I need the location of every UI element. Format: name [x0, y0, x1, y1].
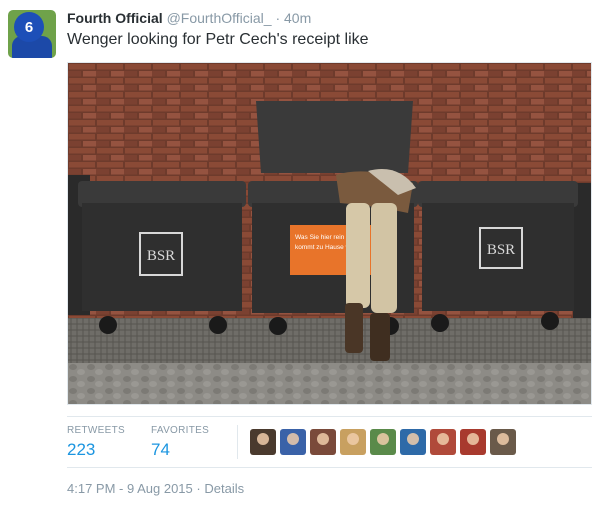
favorites-count[interactable]: 74	[151, 440, 209, 460]
tweet-header: Fourth Official @FourthOfficial_ · 40m	[67, 10, 311, 26]
user-avatar-icon[interactable]	[400, 429, 426, 455]
tweet-stats: RETWEETS 223 FAVORITES 74	[67, 416, 592, 468]
tweet-text: Wenger looking for Petr Cech's receipt l…	[67, 31, 369, 48]
timestamp[interactable]: 4:17 PM - 9 Aug 2015	[67, 481, 193, 496]
user-avatar-icon[interactable]	[460, 429, 486, 455]
user-avatar-icon[interactable]	[430, 429, 456, 455]
svg-text:kommt zu Hause w: kommt zu Hause w	[295, 244, 351, 251]
svg-text:Was Sie hier rein: Was Sie hier rein	[295, 234, 345, 241]
user-avatar-icon[interactable]	[340, 429, 366, 455]
header-separator: ·	[275, 10, 281, 26]
svg-text:BSR: BSR	[487, 242, 515, 258]
avatar-number: 6	[14, 12, 44, 42]
retweets-count[interactable]: 223	[67, 440, 125, 460]
avatar[interactable]: 6	[8, 10, 56, 58]
retweets-stat[interactable]: RETWEETS 223	[67, 425, 125, 460]
user-avatar-icon[interactable]	[280, 429, 306, 455]
favorites-stat[interactable]: FAVORITES 74	[151, 425, 209, 460]
favoriter-avatars	[250, 429, 520, 455]
details-link[interactable]: Details	[204, 481, 244, 496]
meta-separator: ·	[196, 481, 201, 496]
user-avatar-icon[interactable]	[370, 429, 396, 455]
bin-right: BSR	[418, 181, 578, 332]
user-avatar-icon[interactable]	[250, 429, 276, 455]
tweet-meta: 4:17 PM - 9 Aug 2015 · Details	[67, 481, 244, 496]
cobblestones	[68, 363, 591, 404]
display-name[interactable]: Fourth Official	[67, 10, 163, 26]
bin-logo: BSR	[147, 248, 175, 264]
floor-grate	[68, 318, 591, 368]
user-avatar-icon[interactable]	[310, 429, 336, 455]
user-avatar-icon[interactable]	[490, 429, 516, 455]
retweets-label: RETWEETS	[67, 425, 125, 436]
tweet-time[interactable]: 40m	[284, 10, 311, 26]
stats-divider	[237, 425, 238, 459]
user-handle[interactable]: @FourthOfficial_	[167, 10, 272, 26]
favorites-label: FAVORITES	[151, 425, 210, 436]
tweet-photo[interactable]: BSR Was Sie hier rein kommt zu Hause w B…	[67, 62, 592, 405]
